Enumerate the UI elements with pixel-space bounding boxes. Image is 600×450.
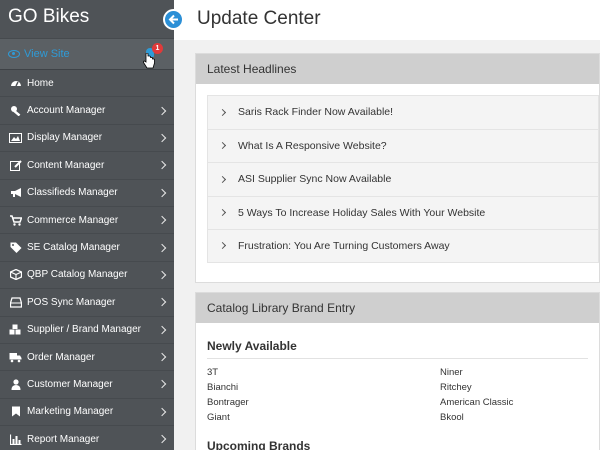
chevron-right-icon	[157, 325, 167, 334]
sidebar-item-marketing-manager[interactable]: Marketing Manager	[0, 399, 174, 427]
sidebar: GO Bikes View Site 1 Home Account Manage…	[0, 0, 174, 450]
sidebar-nav: Home Account Manager Display Manager Con…	[0, 70, 174, 450]
user-icon	[9, 379, 22, 390]
sidebar-item-label: Classifieds Manager	[27, 187, 118, 199]
sidebar-item-label: Content Manager	[27, 159, 105, 171]
catalog-panel: Catalog Library Brand Entry Newly Availa…	[195, 292, 600, 450]
chevron-right-icon	[157, 161, 167, 170]
truck-icon	[9, 352, 22, 363]
brand-item: Ritchey	[440, 382, 472, 393]
chevron-right-icon	[218, 242, 227, 250]
sidebar-item-classifieds-manager[interactable]: Classifieds Manager	[0, 180, 174, 207]
page-title: Update Center	[197, 8, 321, 29]
sidebar-item-display-manager[interactable]: Display Manager	[0, 125, 174, 153]
chevron-right-icon	[157, 243, 167, 252]
sidebar-item-label: Report Manager	[27, 433, 100, 445]
sidebar-item-label: Supplier / Brand Manager	[27, 324, 141, 336]
cube-icon	[9, 269, 22, 281]
chevron-right-icon	[218, 175, 227, 183]
brand-item: Niner	[440, 367, 463, 378]
chevron-right-icon	[157, 298, 167, 307]
edit-icon	[9, 160, 22, 171]
dashboard-icon	[9, 78, 22, 89]
headline-text: What Is A Responsive Website?	[238, 139, 387, 152]
tag-icon	[9, 242, 22, 254]
cart-icon	[9, 214, 22, 226]
bar-chart-icon	[9, 434, 22, 445]
sidebar-item-report-manager[interactable]: Report Manager	[0, 426, 174, 450]
headline-item[interactable]: Saris Rack Finder Now Available!	[207, 95, 599, 129]
sidebar-item-customer-manager[interactable]: Customer Manager	[0, 371, 174, 399]
brand-list: 3T Niner Bianchi Ritchey Bontrager Ameri…	[207, 359, 588, 423]
headline-text: ASI Supplier Sync Now Available	[238, 173, 392, 186]
chevron-right-icon	[157, 215, 167, 225]
bullhorn-icon	[9, 187, 22, 198]
chevron-right-icon	[218, 142, 227, 150]
brand-title[interactable]: GO Bikes	[0, 0, 174, 38]
newly-available-heading: Newly Available	[207, 339, 588, 359]
chevron-right-icon	[157, 188, 167, 197]
chevron-right-icon	[157, 435, 167, 444]
brand-item: 3T	[207, 367, 219, 378]
image-icon	[9, 132, 22, 143]
brand-item: Giant	[207, 412, 230, 423]
sidebar-item-label: Account Manager	[27, 105, 106, 117]
chevron-right-icon	[157, 352, 167, 362]
sidebar-item-se-catalog-manager[interactable]: SE Catalog Manager	[0, 234, 174, 262]
chevron-right-icon	[157, 407, 167, 417]
view-site-label: View Site	[24, 48, 70, 60]
sidebar-item-order-manager[interactable]: Order Manager	[0, 344, 174, 372]
sidebar-item-label: Customer Manager	[27, 378, 113, 390]
chevron-right-icon	[157, 133, 167, 143]
catalog-panel-title: Catalog Library Brand Entry	[196, 293, 599, 323]
chevron-right-icon	[218, 209, 227, 217]
collapse-sidebar-button[interactable]	[163, 9, 184, 30]
headlines-panel: Latest Headlines Saris Rack Finder Now A…	[195, 53, 600, 283]
sidebar-item-label: Marketing Manager	[27, 406, 114, 418]
sidebar-item-qbp-catalog-manager[interactable]: QBP Catalog Manager	[0, 262, 174, 290]
wrench-icon	[9, 105, 22, 117]
brand-item: American Classic	[440, 397, 514, 408]
brand-item: Bontrager	[207, 397, 249, 408]
chevron-right-icon	[157, 380, 167, 389]
sidebar-item-label: Order Manager	[27, 351, 95, 363]
chevron-right-icon	[218, 108, 227, 116]
brand-item: Bianchi	[207, 382, 239, 393]
headlines-list: Saris Rack Finder Now Available! What Is…	[196, 84, 599, 263]
header: Update Center	[174, 0, 600, 40]
catalog-body: Newly Available 3T Niner Bianchi Ritchey…	[196, 323, 599, 450]
sidebar-item-pos-sync-manager[interactable]: POS Sync Manager	[0, 289, 174, 317]
sidebar-item-label: SE Catalog Manager	[27, 242, 120, 254]
sidebar-item-home[interactable]: Home	[0, 70, 174, 98]
sidebar-item-label: POS Sync Manager	[27, 296, 116, 308]
hand-cursor-icon	[142, 53, 155, 69]
eye-icon	[8, 50, 20, 58]
headline-item[interactable]: ASI Supplier Sync Now Available	[207, 162, 599, 196]
view-site-link[interactable]: View Site 1	[0, 38, 174, 70]
chevron-right-icon	[157, 270, 167, 280]
bookmark-icon	[9, 406, 22, 417]
sidebar-item-label: QBP Catalog Manager	[27, 269, 128, 281]
sidebar-item-label: Commerce Manager	[27, 214, 119, 226]
hdd-icon	[9, 297, 22, 308]
chevron-right-icon	[157, 106, 167, 115]
arrow-left-icon	[168, 14, 178, 25]
headline-item[interactable]: 5 Ways To Increase Holiday Sales With Yo…	[207, 195, 599, 229]
sidebar-item-commerce-manager[interactable]: Commerce Manager	[0, 207, 174, 235]
headline-item[interactable]: What Is A Responsive Website?	[207, 128, 599, 162]
sidebar-item-content-manager[interactable]: Content Manager	[0, 152, 174, 180]
headline-item[interactable]: Frustration: You Are Turning Customers A…	[207, 229, 599, 263]
brand-item: Bkool	[440, 412, 464, 423]
sidebar-item-label: Display Manager	[27, 132, 103, 144]
upcoming-brands-heading: Upcoming Brands	[207, 439, 311, 450]
sidebar-item-supplier-brand-manager[interactable]: Supplier / Brand Manager	[0, 317, 174, 344]
headline-text: Frustration: You Are Turning Customers A…	[238, 239, 450, 252]
headlines-panel-title: Latest Headlines	[196, 54, 599, 84]
headline-text: 5 Ways To Increase Holiday Sales With Yo…	[238, 206, 486, 219]
sidebar-item-account-manager[interactable]: Account Manager	[0, 97, 174, 125]
headline-text: Saris Rack Finder Now Available!	[238, 106, 394, 119]
sidebar-item-label: Home	[27, 77, 54, 89]
cubes-icon	[9, 324, 22, 335]
